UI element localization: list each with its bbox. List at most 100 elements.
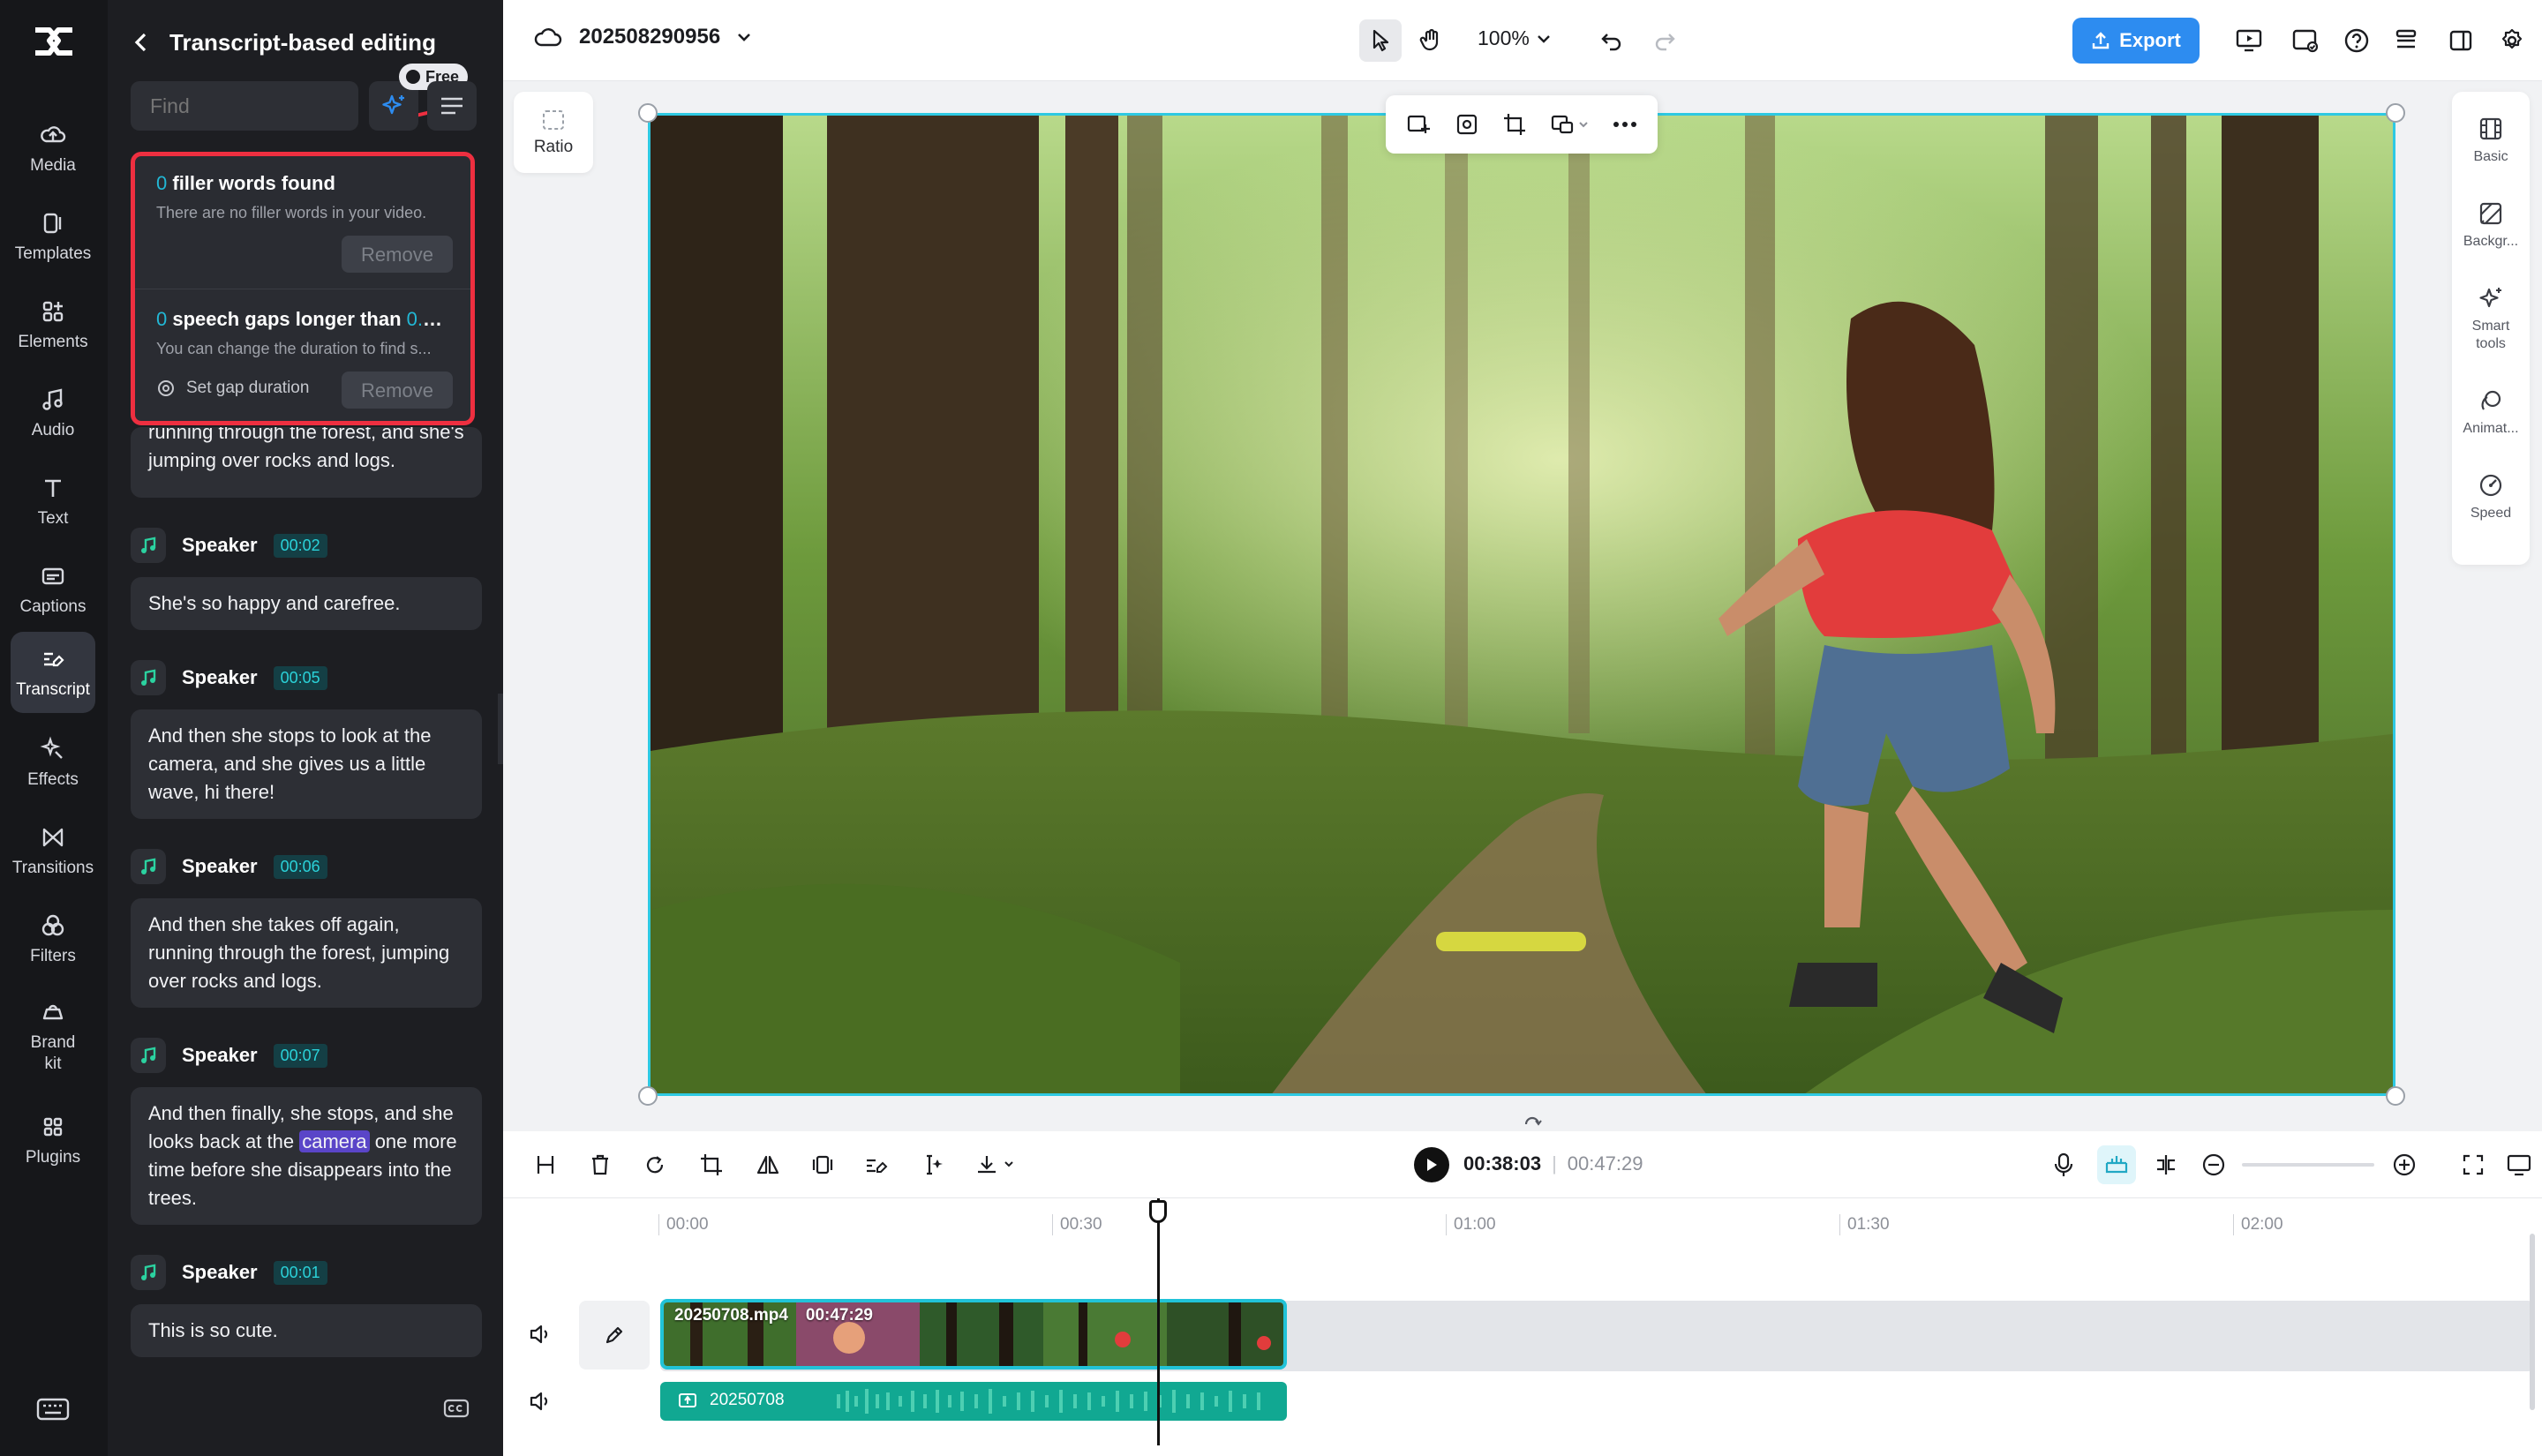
speech-gaps-subtitle: You can change the duration to find s... [156, 340, 432, 357]
present-button[interactable] [2231, 23, 2267, 58]
elements-icon [42, 301, 64, 322]
capcut-logo-icon[interactable] [30, 23, 78, 60]
left-nav-rail: Media Templates Elements Audio Text Capt… [0, 0, 108, 1456]
transcript-options-button[interactable] [427, 81, 477, 131]
ratio-button[interactable]: Ratio [514, 92, 593, 173]
audio-clip[interactable]: 20250708 [660, 1382, 1287, 1421]
auto-snap-toggle[interactable] [2097, 1145, 2136, 1184]
rail-item-captions[interactable]: Captions [11, 549, 95, 630]
find-input[interactable] [131, 81, 358, 131]
zoom-in-button[interactable] [2388, 1149, 2420, 1181]
transcript-card[interactable]: And then she stops to look at the camera… [131, 709, 482, 819]
time-ruler-tick: 00:00 [658, 1214, 709, 1235]
speaker-timestamp[interactable]: 00:01 [273, 1260, 327, 1285]
zoom-out-button[interactable] [2198, 1149, 2230, 1181]
rail-item-text[interactable]: Text [11, 461, 95, 542]
more-horizontal-icon[interactable] [1613, 120, 1637, 129]
transcript-edit-button[interactable] [861, 1149, 893, 1181]
highlighted-word[interactable]: camera [299, 1130, 370, 1152]
prop-speed[interactable]: Speed [2452, 471, 2530, 522]
resize-handle[interactable] [638, 103, 658, 123]
more-edit-options-icon[interactable] [1550, 112, 1589, 137]
rail-item-plugins[interactable]: Plugins [11, 1100, 95, 1181]
undo-button[interactable] [1594, 23, 1629, 58]
crop-icon[interactable] [1502, 112, 1527, 137]
back-chevron-icon[interactable] [132, 30, 150, 55]
playhead-handle[interactable] [1149, 1200, 1167, 1223]
video-clip[interactable]: 20250708.mp4 00:47:29 [660, 1299, 1287, 1370]
playhead[interactable] [1157, 1198, 1160, 1445]
rail-item-transcript[interactable]: Transcript [11, 632, 95, 713]
flip-button[interactable] [752, 1149, 784, 1181]
preview-mode-button[interactable] [2503, 1149, 2535, 1181]
transcript-card[interactable]: This is so cute. [131, 1304, 482, 1357]
filler-words-title: 0 filler words found [156, 172, 335, 194]
speaker-name: Speaker [182, 1261, 258, 1283]
replace-media-icon[interactable] [1406, 112, 1431, 137]
fullscreen-icon [2463, 1154, 2484, 1175]
speaker-name: Speaker [182, 855, 258, 877]
rail-item-elements[interactable]: Elements [11, 284, 95, 365]
video-track-mute-button[interactable] [524, 1318, 556, 1350]
prop-basic[interactable]: Basic [2452, 115, 2530, 166]
rail-item-filters[interactable]: Filters [11, 898, 95, 979]
speaker-volume-icon [530, 1392, 548, 1411]
video-preview[interactable] [648, 113, 2395, 1096]
rail-item-brand-kit[interactable]: Brand kit [11, 987, 95, 1085]
transcript-card[interactable]: And then finally, she stops, and she loo… [131, 1087, 482, 1225]
set-gap-duration-link[interactable]: Set gap duration [156, 379, 309, 398]
redo-button[interactable] [1647, 23, 1682, 58]
help-button[interactable] [2339, 23, 2374, 58]
record-voiceover-button[interactable] [2048, 1149, 2079, 1181]
fit-timeline-button[interactable] [2457, 1149, 2489, 1181]
timeline-zoom-slider[interactable] [2242, 1163, 2374, 1167]
project-name-dropdown[interactable]: 202508290956 [533, 25, 752, 49]
rail-item-templates[interactable]: Templates [11, 196, 95, 277]
zoom-dropdown[interactable]: 100% [1478, 26, 1551, 50]
resize-handle[interactable] [2386, 103, 2405, 123]
remove-speech-gaps-button[interactable]: Remove [342, 372, 453, 409]
speaker-timestamp[interactable]: 00:07 [273, 1043, 327, 1068]
prop-animation[interactable]: Animat... [2452, 387, 2530, 438]
resize-handle[interactable] [2386, 1086, 2405, 1106]
speaker-timestamp[interactable]: 00:06 [273, 854, 327, 879]
rail-item-effects[interactable]: Effects [11, 722, 95, 803]
edit-track-button[interactable] [579, 1301, 650, 1370]
rail-item-media[interactable]: Media [11, 108, 95, 189]
remove-filler-words-button[interactable]: Remove [342, 236, 453, 273]
export-label: Export [2119, 29, 2181, 51]
closed-captions-icon[interactable] [443, 1398, 470, 1419]
transcript-card[interactable]: And then she takes off again, running th… [131, 898, 482, 1008]
link-tracks-button[interactable] [2150, 1149, 2182, 1181]
split-button[interactable] [530, 1149, 561, 1181]
rail-item-audio[interactable]: Audio [11, 372, 95, 454]
delete-button[interactable] [584, 1149, 616, 1181]
prop-background[interactable]: Backgr... [2452, 199, 2530, 251]
timeline-scrollbar[interactable] [2530, 1234, 2535, 1410]
crop-button[interactable] [696, 1149, 727, 1181]
audio-track-mute-button[interactable] [524, 1385, 556, 1417]
rotate-handle-icon[interactable] [1522, 1112, 1543, 1131]
rail-item-transitions[interactable]: Transitions [11, 810, 95, 891]
transcript-card[interactable]: running through the forest, and she's ju… [131, 427, 482, 498]
auto-cut-button[interactable] [916, 1149, 948, 1181]
download-dropdown[interactable] [971, 1149, 1024, 1181]
prop-smart-tools[interactable]: Smart tools [2452, 284, 2530, 353]
settings-button[interactable] [2494, 23, 2530, 58]
review-button[interactable] [2288, 23, 2323, 58]
speaker-timestamp[interactable]: 00:02 [273, 533, 327, 558]
keyboard-shortcuts-icon[interactable] [35, 1396, 71, 1422]
speaker-timestamp[interactable]: 00:05 [273, 665, 327, 690]
remove-background-icon[interactable] [1455, 112, 1479, 137]
toggle-layout-button[interactable] [2443, 23, 2478, 58]
freeze-frame-button[interactable] [807, 1149, 839, 1181]
music-note-icon [131, 1255, 166, 1290]
select-tool-button[interactable] [1359, 19, 1402, 62]
layers-button[interactable] [2388, 23, 2424, 58]
resize-handle[interactable] [638, 1086, 658, 1106]
transcript-card[interactable]: She's so happy and carefree. [131, 577, 482, 630]
loop-button[interactable] [639, 1149, 671, 1181]
play-button[interactable] [1414, 1147, 1449, 1182]
export-button[interactable]: Export [2072, 18, 2200, 64]
hand-tool-button[interactable] [1414, 23, 1449, 58]
